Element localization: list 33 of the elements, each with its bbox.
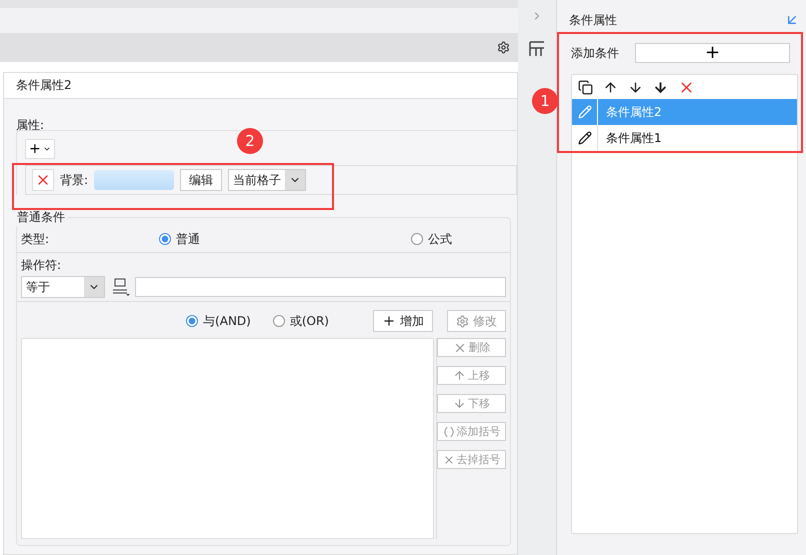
copy-icon[interactable]: [578, 80, 593, 94]
add-condition-label: 添加条件: [571, 44, 619, 62]
plus-icon: [382, 314, 396, 328]
panel-title: 条件属性: [569, 12, 617, 28]
add-dropdown-button[interactable]: +: [25, 139, 55, 159]
parentheses-icon: [442, 426, 454, 438]
type-radio[interactable]: 公式: [411, 230, 452, 248]
arrow-down-icon[interactable]: [628, 80, 643, 94]
logic-radio[interactable]: 与(AND): [186, 312, 251, 330]
edit-button[interactable]: 编辑: [180, 169, 222, 191]
type-radio[interactable]: 普通: [159, 230, 411, 248]
arrow-down-icon: [453, 397, 466, 410]
type-label: 类型:: [21, 230, 50, 248]
value-field[interactable]: [135, 277, 506, 297]
attribute-label: 属性:: [16, 117, 46, 134]
logic-radio[interactable]: 或(OR): [272, 312, 329, 330]
pencil-icon: [578, 105, 592, 119]
operator-label: 操作符:: [21, 256, 62, 274]
scope-select[interactable]: 当前格子: [228, 169, 306, 191]
grid-icon[interactable]: [528, 40, 546, 58]
group-title: 普通条件: [16, 209, 66, 226]
gear-icon: [456, 314, 469, 328]
attribute-name: 背景:: [60, 172, 88, 188]
remove-parentheses-icon: [442, 454, 454, 466]
delete-button[interactable]: [32, 169, 54, 191]
operator-select[interactable]: 等于: [21, 276, 105, 298]
add-condition-button[interactable]: +: [635, 43, 790, 63]
add-button[interactable]: 增加: [373, 310, 433, 332]
color-swatch[interactable]: [94, 170, 174, 190]
tab[interactable]: 条件属性2: [4, 73, 517, 99]
arrow-up-icon: [453, 369, 466, 382]
caret-icon: [42, 145, 51, 153]
pencil-icon: [578, 131, 592, 145]
